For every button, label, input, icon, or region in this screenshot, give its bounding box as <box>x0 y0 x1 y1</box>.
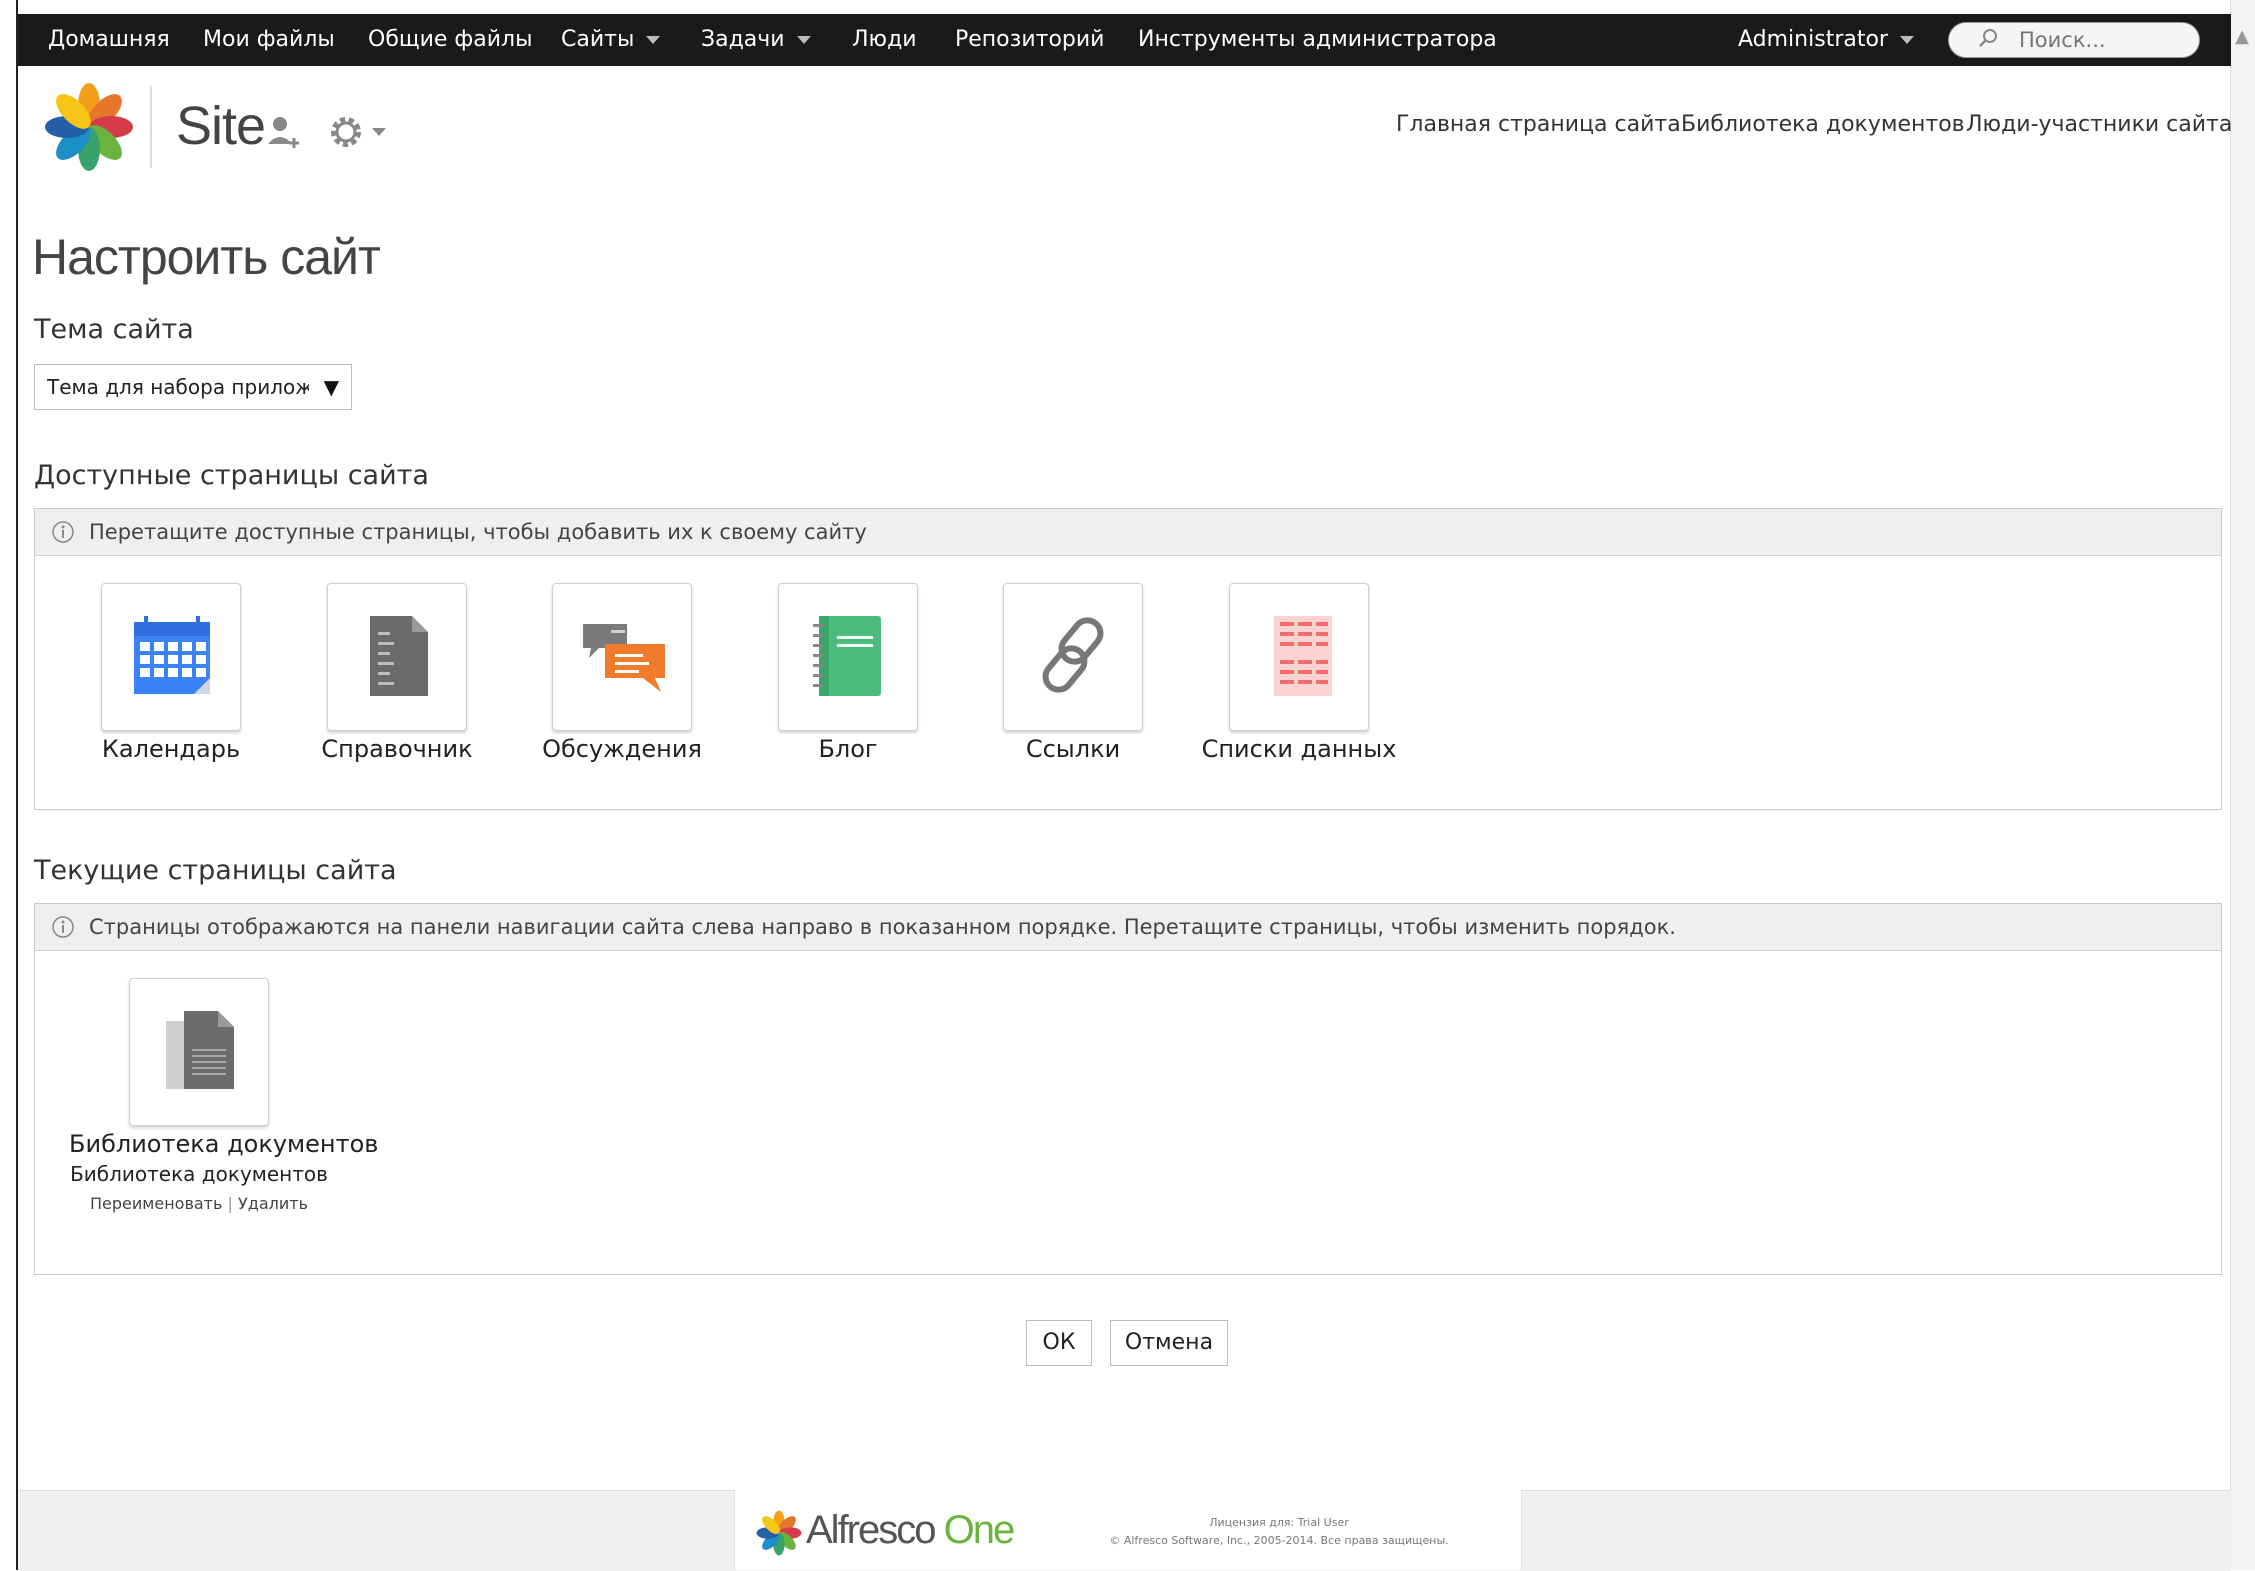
nav-shared-files[interactable]: Общие файлы <box>368 14 532 66</box>
available-pages-title: Доступные страницы сайта <box>34 460 429 491</box>
window-top-edge <box>0 0 2255 12</box>
dropdown-arrow-icon: ▼ <box>323 375 339 399</box>
available-pages-hint-bar: Перетащите доступные страницы, чтобы доб… <box>35 509 2221 556</box>
current-pages-title: Текущие страницы сайта <box>34 855 397 886</box>
nav-tasks[interactable]: Задачи <box>701 14 811 66</box>
top-navigation-bar: Домашняя Мои файлы Общие файлы Сайты Зад… <box>18 14 2231 66</box>
search-box[interactable] <box>1948 22 2200 58</box>
action-separator: | <box>227 1194 233 1213</box>
tile-label-document-library: Библиотека документов <box>69 1130 379 1158</box>
vertical-scrollbar[interactable] <box>2230 0 2255 1570</box>
tile-data-lists[interactable] <box>1229 583 1369 731</box>
chevron-down-icon <box>1899 36 1914 44</box>
alfresco-logo-icon[interactable] <box>44 82 134 172</box>
scroll-up-arrow-icon[interactable]: ▲ <box>2235 26 2249 47</box>
current-pages-hint-bar: Страницы отображаются на панели навигаци… <box>35 904 2221 951</box>
tile-label-blog: Блог <box>818 735 878 763</box>
theme-select-value: Тема для набора прилож <box>47 375 309 399</box>
tile-label-data-lists: Списки данных <box>1201 735 1397 763</box>
footer-brand-main: Alfresco <box>806 1508 936 1552</box>
tile-discussions[interactable] <box>552 583 692 731</box>
tile-sublabel-document-library: Библиотека документов <box>70 1162 328 1186</box>
footer-copyright: © Alfresco Software, Inc., 2005-2014. Вс… <box>1109 1534 1449 1547</box>
tile-label-links: Ссылки <box>1025 735 1121 763</box>
available-pages-hint: Перетащите доступные страницы, чтобы доб… <box>89 520 867 544</box>
gear-icon[interactable] <box>326 112 366 152</box>
site-nav-dashboard[interactable]: Главная страница сайта <box>1396 112 1681 137</box>
site-nav-members[interactable]: Люди-участники сайта <box>1966 112 2232 137</box>
link-chain-icon <box>1042 617 1104 693</box>
site-title: Site <box>176 96 266 156</box>
window-left-edge <box>0 0 18 1570</box>
theme-section-title: Тема сайта <box>34 314 194 345</box>
tile-wiki[interactable] <box>327 583 467 731</box>
ok-button[interactable]: ОК <box>1026 1320 1092 1366</box>
delete-link[interactable]: Удалить <box>238 1194 308 1213</box>
current-pages-panel: Страницы отображаются на панели навигаци… <box>34 903 2222 1275</box>
user-name: Administrator <box>1738 27 1888 52</box>
footer-brand: Alfresco One <box>806 1508 1016 1553</box>
header-divider <box>150 86 152 168</box>
tile-blog[interactable] <box>778 583 918 731</box>
alfresco-footer-logo-icon <box>756 1510 802 1556</box>
nav-admin-tools[interactable]: Инструменты администратора <box>1138 14 1497 66</box>
nav-home[interactable]: Домашняя <box>48 14 170 66</box>
chevron-down-icon[interactable] <box>372 128 386 136</box>
info-icon <box>52 916 74 938</box>
available-pages-panel: Перетащите доступные страницы, чтобы доб… <box>34 508 2222 810</box>
nav-people[interactable]: Люди <box>852 14 917 66</box>
user-menu[interactable]: Administrator <box>1738 14 1914 66</box>
join-site-icon[interactable] <box>266 112 300 152</box>
chevron-down-icon <box>646 36 661 44</box>
data-list-icon <box>1274 616 1332 696</box>
page-title: Настроить сайт <box>32 229 381 285</box>
tile-links[interactable] <box>1003 583 1143 731</box>
cancel-button[interactable]: Отмена <box>1110 1320 1228 1366</box>
document-library-icon <box>166 1011 234 1089</box>
nav-my-files[interactable]: Мои файлы <box>203 14 335 66</box>
discussion-bubbles-icon <box>583 624 665 692</box>
tile-label-wiki: Справочник <box>321 735 473 763</box>
tile-label-calendar: Календарь <box>101 735 241 763</box>
theme-select[interactable]: Тема для набора прилож ▼ <box>34 364 352 410</box>
site-nav-document-library[interactable]: Библиотека документов <box>1681 112 1965 137</box>
calendar-icon <box>134 616 210 694</box>
search-input[interactable] <box>2019 23 2189 57</box>
current-pages-hint: Страницы отображаются на панели навигаци… <box>89 915 1676 939</box>
footer-license: Лицензия для: Trial User <box>1209 1516 1349 1529</box>
tile-calendar[interactable] <box>101 583 241 731</box>
tile-actions: Переименовать | Удалить <box>69 1194 329 1213</box>
nav-tasks-label: Задачи <box>701 27 785 52</box>
footer-brand-one: One <box>943 1508 1016 1552</box>
wiki-document-icon <box>370 616 428 696</box>
chevron-down-icon <box>796 36 811 44</box>
tile-document-library[interactable] <box>129 978 269 1126</box>
search-icon <box>1979 29 1997 47</box>
tile-label-discussions: Обсуждения <box>542 735 702 763</box>
nav-sites-label: Сайты <box>561 27 635 52</box>
nav-repository[interactable]: Репозиторий <box>955 14 1104 66</box>
rename-link[interactable]: Переименовать <box>90 1194 222 1213</box>
blog-notebook-icon <box>813 616 881 696</box>
info-icon <box>52 521 74 543</box>
nav-sites[interactable]: Сайты <box>561 14 661 66</box>
